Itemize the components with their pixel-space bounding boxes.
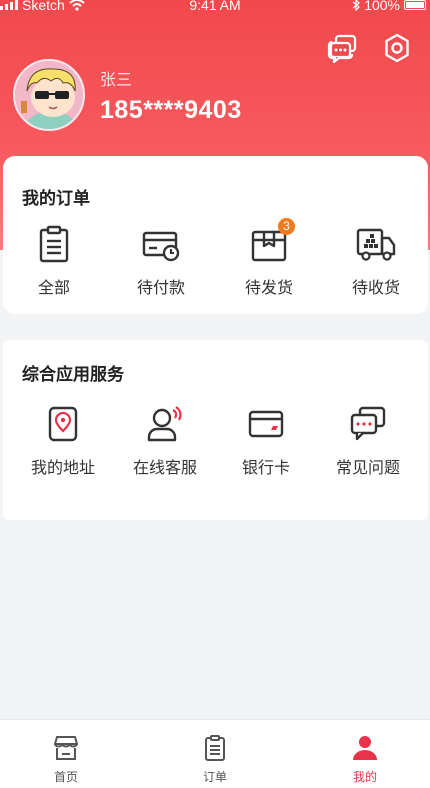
faq-chat-icon bbox=[348, 404, 388, 444]
bluetooth-icon bbox=[352, 0, 361, 11]
order-pending-payment-label: 待付款 bbox=[136, 280, 185, 297]
service-customer-support[interactable]: 在线客服 bbox=[115, 404, 215, 478]
store-icon bbox=[52, 734, 80, 762]
tab-home-label: 首页 bbox=[53, 770, 78, 784]
service-address-label: 我的地址 bbox=[30, 460, 95, 477]
tab-home[interactable]: 首页 bbox=[31, 734, 101, 785]
order-badge: 3 bbox=[278, 218, 295, 235]
tab-orders[interactable]: 订单 bbox=[180, 734, 250, 785]
services-card: 综合应用服务 我的地址 在线客服 银行卡 常见问题 bbox=[3, 340, 428, 520]
clipboard-list-icon bbox=[34, 224, 74, 264]
tab-profile[interactable]: 我的 bbox=[330, 734, 400, 785]
gear-icon[interactable] bbox=[381, 32, 413, 64]
service-address[interactable]: 我的地址 bbox=[13, 404, 113, 478]
service-faq-label: 常见问题 bbox=[335, 460, 400, 477]
tab-bar: 首页 订单 我的 bbox=[0, 719, 430, 788]
user-phone: 185****9403 bbox=[100, 96, 242, 124]
order-pending-receipt[interactable]: 待收货 bbox=[326, 224, 426, 298]
service-customer-support-label: 在线客服 bbox=[132, 460, 197, 477]
order-all-label: 全部 bbox=[37, 280, 70, 297]
avatar[interactable] bbox=[13, 59, 85, 131]
order-list-icon bbox=[201, 734, 229, 762]
package-box-icon: 3 bbox=[249, 218, 295, 264]
order-pending-receipt-label: 待收货 bbox=[351, 280, 400, 297]
service-faq[interactable]: 常见问题 bbox=[318, 404, 418, 478]
chat-icon[interactable] bbox=[327, 32, 359, 64]
user-icon bbox=[351, 734, 379, 762]
tab-orders-label: 订单 bbox=[202, 770, 227, 784]
order-pending-shipment[interactable]: 3 待发货 bbox=[219, 218, 319, 298]
battery-icon bbox=[404, 0, 426, 10]
customer-service-icon bbox=[145, 404, 185, 444]
location-pin-icon bbox=[43, 404, 83, 444]
order-all[interactable]: 全部 bbox=[4, 224, 104, 298]
bank-card-icon bbox=[246, 404, 286, 444]
order-pending-shipment-label: 待发货 bbox=[244, 280, 293, 297]
service-bank-card-label: 银行卡 bbox=[241, 460, 290, 477]
service-bank-card[interactable]: 银行卡 bbox=[216, 404, 316, 478]
battery-percent: 100% bbox=[364, 0, 400, 13]
status-bar: Sketch 9:41 AM 100% bbox=[0, 0, 430, 14]
orders-card: 我的订单 全部 待付款 3 待发货 待收货 bbox=[3, 156, 428, 314]
delivery-truck-icon bbox=[356, 224, 396, 264]
order-pending-payment[interactable]: 待付款 bbox=[111, 224, 211, 298]
tab-profile-label: 我的 bbox=[352, 770, 377, 784]
orders-title: 我的订单 bbox=[22, 189, 90, 208]
user-name: 张三 bbox=[100, 72, 133, 89]
card-clock-icon bbox=[141, 224, 181, 264]
services-title: 综合应用服务 bbox=[22, 365, 124, 384]
